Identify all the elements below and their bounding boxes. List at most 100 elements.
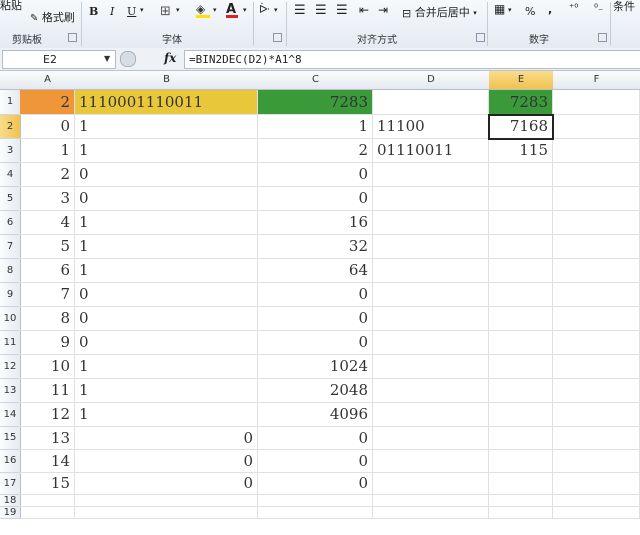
cell-c18[interactable]	[258, 495, 373, 507]
cell-a6[interactable]: 4	[20, 211, 75, 235]
cell-a18[interactable]	[20, 495, 75, 507]
cell-a4[interactable]: 2	[20, 163, 75, 187]
row-header-2[interactable]: 2	[0, 115, 21, 139]
cell-a19[interactable]	[20, 507, 75, 519]
cell-f19[interactable]	[553, 507, 640, 519]
cell-a10[interactable]: 8	[20, 307, 75, 331]
cell-e1[interactable]: 7283	[489, 90, 553, 115]
alignment-launcher-icon[interactable]	[476, 33, 485, 42]
paste-button[interactable]: 粘贴	[0, 0, 22, 13]
cell-a15[interactable]: 13	[20, 427, 75, 450]
currency-dropdown-icon[interactable]: ▾	[508, 6, 512, 14]
cell-d13[interactable]	[373, 379, 489, 403]
cell-e14[interactable]	[489, 403, 553, 427]
cell-d6[interactable]	[373, 211, 489, 235]
cell-a12[interactable]: 10	[20, 355, 75, 379]
row-header-16[interactable]: 16	[0, 450, 21, 473]
cell-c13[interactable]: 2048	[258, 379, 373, 403]
cell-c14[interactable]: 4096	[258, 403, 373, 427]
column-header-e[interactable]: E	[489, 71, 554, 90]
cell-c4[interactable]: 0	[258, 163, 373, 187]
row-header-1[interactable]: 1	[0, 90, 21, 115]
cell-b12[interactable]: 1	[75, 355, 258, 379]
font-color-dropdown-icon[interactable]: ▾	[243, 6, 247, 14]
name-box-dropdown-icon[interactable]: ▼	[104, 54, 110, 63]
increase-decimal-icon[interactable]: ⁺⁰	[569, 3, 578, 14]
name-box[interactable]: E2	[2, 50, 116, 69]
cell-b11[interactable]: 0	[75, 331, 258, 355]
cell-f7[interactable]	[553, 235, 640, 259]
cell-d18[interactable]	[373, 495, 489, 507]
cell-d11[interactable]	[373, 331, 489, 355]
cell-d7[interactable]	[373, 235, 489, 259]
cell-e6[interactable]	[489, 211, 553, 235]
fill-dropdown-icon[interactable]: ▾	[213, 6, 217, 14]
cell-a2[interactable]: 0	[20, 115, 75, 139]
cell-e11[interactable]	[489, 331, 553, 355]
row-header-12[interactable]: 12	[0, 355, 21, 379]
cell-f6[interactable]	[553, 211, 640, 235]
insert-function-icon[interactable]: fx	[164, 51, 176, 65]
cell-d4[interactable]	[373, 163, 489, 187]
cell-b17[interactable]: 0	[75, 473, 258, 495]
cell-b8[interactable]: 1	[75, 259, 258, 283]
increase-indent-icon[interactable]: ⇥	[378, 3, 388, 17]
cell-f5[interactable]	[553, 187, 640, 211]
cell-e15[interactable]	[489, 427, 553, 450]
cell-d15[interactable]	[373, 427, 489, 450]
cell-f11[interactable]	[553, 331, 640, 355]
cell-f15[interactable]	[553, 427, 640, 450]
row-header-11[interactable]: 11	[0, 331, 21, 355]
cell-f3[interactable]	[553, 139, 640, 163]
cell-d5[interactable]	[373, 187, 489, 211]
cell-e18[interactable]	[489, 495, 553, 507]
cell-c7[interactable]: 32	[258, 235, 373, 259]
cell-d14[interactable]	[373, 403, 489, 427]
cell-f14[interactable]	[553, 403, 640, 427]
comma-button[interactable]: ,	[548, 3, 552, 16]
cell-a9[interactable]: 7	[20, 283, 75, 307]
row-header-19[interactable]: 19	[0, 507, 21, 519]
cell-f13[interactable]	[553, 379, 640, 403]
cell-a14[interactable]: 12	[20, 403, 75, 427]
row-header-6[interactable]: 6	[0, 211, 21, 235]
cell-d9[interactable]	[373, 283, 489, 307]
row-header-17[interactable]: 17	[0, 473, 21, 495]
cell-e8[interactable]	[489, 259, 553, 283]
cell-e16[interactable]	[489, 450, 553, 473]
cell-f9[interactable]	[553, 283, 640, 307]
cell-b18[interactable]	[75, 495, 258, 507]
decrease-indent-icon[interactable]: ⇤	[359, 3, 369, 17]
cell-e5[interactable]	[489, 187, 553, 211]
cell-c2[interactable]: 1	[258, 115, 373, 139]
underline-button[interactable]: U	[127, 5, 136, 18]
cell-b7[interactable]: 1	[75, 235, 258, 259]
font-color-button[interactable]: A	[226, 2, 238, 18]
cell-b4[interactable]: 0	[75, 163, 258, 187]
formula-cancel-icon[interactable]	[120, 51, 136, 67]
worksheet-grid[interactable]: A B C D E F 1 2 1110001110011 7283 7283 2 0 1 1 11100 71…	[0, 71, 640, 535]
column-header-c[interactable]: C	[258, 71, 374, 90]
font-launcher-icon[interactable]	[273, 33, 282, 42]
align-left-icon[interactable]: ☰	[294, 3, 306, 18]
cell-f2[interactable]	[553, 115, 640, 139]
cell-c9[interactable]: 0	[258, 283, 373, 307]
cell-c6[interactable]: 16	[258, 211, 373, 235]
cell-e2[interactable]: 7168	[489, 115, 553, 139]
cell-f12[interactable]	[553, 355, 640, 379]
cell-a5[interactable]: 3	[20, 187, 75, 211]
cell-a11[interactable]: 9	[20, 331, 75, 355]
cell-b5[interactable]: 0	[75, 187, 258, 211]
cell-c11[interactable]: 0	[258, 331, 373, 355]
cell-b6[interactable]: 1	[75, 211, 258, 235]
align-right-icon[interactable]: ☰	[336, 3, 348, 18]
cell-c1[interactable]: 7283	[258, 90, 373, 115]
row-header-4[interactable]: 4	[0, 163, 21, 187]
cell-d1[interactable]	[373, 90, 489, 115]
cell-f1[interactable]	[553, 90, 640, 115]
cell-a3[interactable]: 1	[20, 139, 75, 163]
cell-d12[interactable]	[373, 355, 489, 379]
column-header-b[interactable]: B	[75, 71, 259, 90]
cell-d19[interactable]	[373, 507, 489, 519]
cell-d8[interactable]	[373, 259, 489, 283]
